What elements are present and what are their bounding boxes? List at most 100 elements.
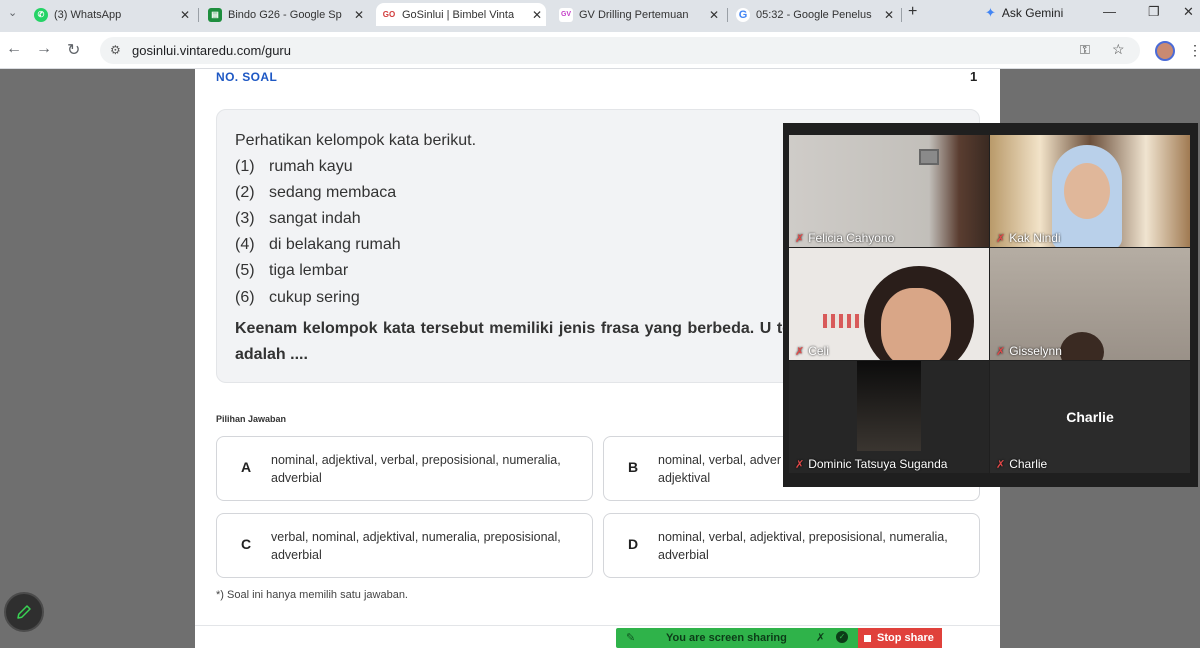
person-face — [881, 288, 951, 360]
address-bar[interactable]: ⚙ gosinlui.vintaredu.com/guru ⚿ ☆ — [100, 37, 1140, 64]
participant-name: ✗ Dominic Tatsuya Suganda — [795, 457, 948, 471]
close-icon[interactable]: ✕ — [884, 8, 894, 22]
drag-handle-icon[interactable]: ✎ — [626, 631, 635, 644]
screen-sharing-bar[interactable]: ✎ You are screen sharing ✗ ✓ Stop share — [616, 628, 942, 648]
participant-name: ✗ Gisselynn — [996, 344, 1062, 358]
close-icon[interactable]: ✕ — [709, 8, 719, 22]
mic-off-icon: ✗ — [996, 458, 1006, 471]
item-number: (2) — [235, 184, 255, 201]
person-head — [1060, 332, 1104, 360]
tab-title: GoSinlui | Bimbel Vinta — [402, 8, 515, 21]
option-text: verbal, nominal, adjektival, numeralia, … — [271, 530, 561, 562]
tab-gv-drilling[interactable]: GV GV Drilling Pertemuan ✕ — [553, 3, 723, 26]
item-number: (6) — [235, 289, 255, 306]
tab-bindo-sheets[interactable]: ▤ Bindo G26 - Google Sp ✕ — [202, 3, 368, 26]
gemini-sparkle-icon: ✦ — [985, 5, 996, 20]
participant-tile-dominic[interactable]: ✗ Dominic Tatsuya Suganda — [789, 361, 989, 473]
restore-button[interactable]: ❐ — [1148, 4, 1160, 20]
new-tab-button[interactable]: + — [908, 3, 917, 21]
url-text: gosinlui.vintaredu.com/guru — [132, 43, 291, 58]
tab-title: 05:32 - Google Penelus — [756, 8, 872, 21]
option-letter: B — [628, 459, 639, 475]
gv-icon: GV — [559, 7, 573, 22]
item-text: di belakang rumah — [269, 236, 401, 253]
close-window-button[interactable]: ✕ — [1183, 4, 1194, 20]
forward-arrow-icon[interactable]: → — [36, 40, 52, 58]
option-text: nominal, verbal, adver adjektival — [658, 453, 781, 485]
tab-search-icon[interactable]: ⌄ — [8, 6, 17, 19]
ask-gemini-label: Ask Gemini — [1001, 6, 1064, 20]
divider — [195, 625, 1000, 626]
back-arrow-icon[interactable]: ← — [6, 40, 22, 58]
password-key-icon[interactable]: ⚿ — [1080, 42, 1090, 58]
participant-tile-gisselynn[interactable]: ✗ Gisselynn — [990, 248, 1190, 360]
item-text: rumah kayu — [269, 158, 353, 175]
stop-share-button[interactable]: Stop share — [858, 628, 942, 648]
participant-tile-felicia[interactable]: ✗ Felicia Cahyono — [789, 135, 989, 247]
question-item: (1) rumah kayu — [235, 158, 353, 176]
participant-tile-celi[interactable]: ✗ Celi — [789, 248, 989, 360]
participant-tile-kak-nindi[interactable]: ✗ Kak Nindi — [990, 135, 1190, 247]
bookshelf-decoration — [823, 314, 863, 328]
tab-divider — [901, 8, 902, 22]
mic-off-icon: ✗ — [795, 458, 805, 471]
question-number-label: NO. SOAL — [216, 70, 278, 84]
question-number-value: 1 — [970, 69, 978, 84]
mic-off-icon: ✗ — [996, 345, 1006, 358]
shield-check-icon[interactable]: ✓ — [836, 631, 848, 643]
stop-share-label: Stop share — [877, 632, 934, 644]
item-text: tiga lembar — [269, 262, 349, 279]
close-icon[interactable]: ✕ — [354, 8, 364, 22]
participant-name: ✗ Charlie — [996, 457, 1048, 471]
option-letter: C — [241, 536, 252, 552]
mic-off-icon: ✗ — [996, 232, 1006, 245]
participant-name: ✗ Celi — [795, 344, 829, 358]
person-face — [1064, 163, 1110, 219]
tab-divider — [727, 8, 728, 22]
participant-tile-charlie[interactable]: Charlie ✗ Charlie — [990, 361, 1190, 473]
item-text: sangat indah — [269, 210, 361, 227]
annotation-pen-button[interactable] — [4, 592, 44, 632]
answer-option-a[interactable]: A nominal, adjektival, verbal, preposisi… — [216, 436, 593, 501]
option-letter: A — [241, 459, 252, 475]
ask-gemini-button[interactable]: ✦ Ask Gemini — [985, 3, 1063, 23]
tab-whatsapp[interactable]: ✆ (3) WhatsApp ✕ — [28, 3, 194, 26]
option-text: nominal, verbal, adjektival, preposision… — [658, 530, 948, 562]
profile-avatar[interactable] — [1155, 41, 1175, 61]
close-icon[interactable]: ✕ — [180, 8, 190, 22]
item-text: cukup sering — [269, 289, 360, 306]
pencil-icon — [17, 605, 31, 619]
question-item: (2) sedang membaca — [235, 184, 396, 202]
answer-option-c[interactable]: C verbal, nominal, adjektival, numeralia… — [216, 513, 593, 578]
screen-sharing-message: You are screen sharing — [666, 632, 787, 644]
participant-avatar-label: Charlie — [1066, 409, 1114, 425]
video-call-panel[interactable]: ✗ Felicia Cahyono ✗ Kak Nindi ✗ Celi ✗ Gisse… — [783, 123, 1198, 487]
mic-off-icon: ✗ — [795, 345, 805, 358]
question-item: (3) sangat indah — [235, 210, 361, 228]
menu-dots-icon[interactable]: ⋮ — [1188, 42, 1200, 59]
tab-title: GV Drilling Pertemuan — [579, 8, 689, 21]
tab-gosinlui[interactable]: GO GoSinlui | Bimbel Vinta ✕ — [376, 3, 546, 26]
single-answer-note: *) Soal ini hanya memilih satu jawaban. — [216, 589, 408, 601]
participant-name: ✗ Kak Nindi — [996, 231, 1061, 245]
gosinlui-icon: GO — [382, 7, 396, 22]
minimize-button[interactable]: — — [1103, 4, 1116, 19]
wall-frame-decoration — [919, 149, 939, 165]
stop-square-icon — [864, 634, 871, 642]
question-item: (6) cukup sering — [235, 289, 360, 307]
site-settings-icon[interactable]: ⚙ — [110, 43, 121, 57]
whatsapp-icon: ✆ — [34, 7, 48, 22]
answer-option-d[interactable]: D nominal, verbal, adjektival, preposisi… — [603, 513, 980, 578]
item-number: (5) — [235, 262, 255, 279]
reload-icon[interactable]: ↻ — [67, 40, 80, 60]
item-number: (1) — [235, 158, 255, 175]
tab-google-search[interactable]: G 05:32 - Google Penelus ✕ — [730, 3, 898, 26]
item-number: (4) — [235, 236, 255, 253]
question-item: (4) di belakang rumah — [235, 236, 401, 254]
option-letter: D — [628, 536, 639, 552]
question-item: (5) tiga lembar — [235, 262, 348, 280]
mic-off-icon[interactable]: ✗ — [816, 631, 825, 644]
bookmark-star-icon[interactable]: ☆ — [1112, 41, 1125, 58]
browser-tab-strip: ⌄ ✆ (3) WhatsApp ✕ ▤ Bindo G26 - Google … — [0, 0, 1200, 32]
close-icon[interactable]: ✕ — [532, 8, 542, 22]
